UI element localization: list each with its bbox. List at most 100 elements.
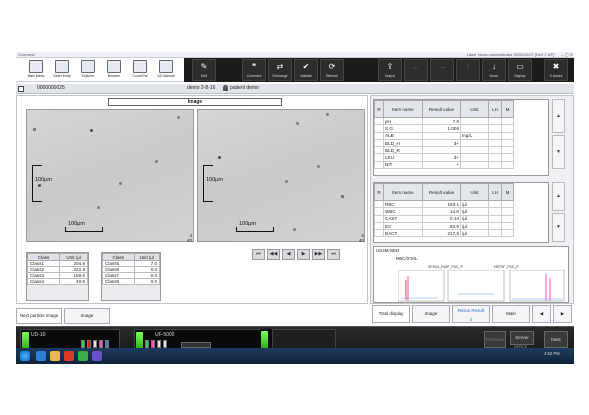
close-button[interactable]: ✖ X closes — [544, 59, 568, 81]
tab-next-particle-image[interactable]: Next particle image — [16, 308, 62, 324]
explorer-button[interactable]: Explorer — [77, 59, 99, 81]
scale-bar-cap — [203, 165, 213, 167]
back-button[interactable]: ← — [404, 59, 428, 81]
folder-icon[interactable] — [50, 351, 60, 361]
particle — [38, 184, 41, 187]
right-tab-bar: Total display Image Rerun Result ℹ Main ◀… — [370, 305, 574, 324]
down-button[interactable]: ↓ Down — [482, 59, 506, 81]
scale-bar-cap — [273, 227, 275, 231]
page-indicator-right: 5 40 — [358, 233, 364, 243]
scale-bar-cap — [203, 201, 213, 203]
next-button[interactable]: Next — [544, 331, 568, 348]
toolbar-left: Main Menu Order Entry Explorer Browser C… — [16, 58, 184, 82]
tab-image[interactable]: Image — [64, 308, 110, 324]
app-icon[interactable] — [78, 351, 88, 361]
particle — [218, 156, 221, 159]
status-square — [151, 340, 155, 348]
fast-forward-button[interactable]: ▶▶ — [312, 249, 325, 260]
scattergram-plots — [398, 270, 565, 302]
particle — [97, 206, 100, 209]
particle — [293, 228, 296, 231]
refresh-button[interactable]: ⟳ Refresh — [320, 59, 344, 81]
status-square — [163, 340, 167, 348]
scroll-down-button[interactable]: ▼ — [552, 135, 565, 169]
status-square — [105, 340, 109, 348]
tab-main[interactable]: Main — [492, 305, 530, 323]
ie-icon[interactable] — [36, 351, 46, 361]
app-icon[interactable] — [92, 351, 102, 361]
user-group-icon — [133, 60, 147, 73]
status-square — [81, 340, 85, 348]
edit-icon: ✎ — [200, 62, 208, 71]
particle — [155, 160, 158, 163]
display-button[interactable]: ▭ Display — [508, 59, 532, 81]
server-button[interactable]: Server — [510, 331, 534, 345]
main-menu-button[interactable]: Main Menu — [25, 59, 47, 81]
first-button[interactable]: ⏮ — [252, 249, 265, 260]
up-button[interactable]: ↑ — [456, 59, 480, 81]
table-row: Class8 0.0 — [102, 278, 161, 285]
forward-step-button[interactable]: ▶ — [297, 249, 310, 260]
output-button[interactable]: ⇪ Output — [378, 59, 402, 81]
start-icon[interactable] — [20, 351, 30, 361]
edit-button[interactable]: ✎ Edit — [192, 59, 216, 81]
scroll-up-button[interactable]: ▲ — [552, 99, 565, 133]
particle — [90, 129, 93, 132]
patient-icon — [223, 85, 228, 91]
scale-label-horizontal: 100µm — [239, 221, 256, 227]
previous-button[interactable]: Previous — [484, 331, 506, 348]
status-square — [99, 340, 103, 348]
scale-bar-cap — [32, 201, 42, 203]
fast-back-button[interactable]: ◀◀ — [267, 249, 280, 260]
plot1-label: SFSC6_FsSF_FSC_P — [428, 265, 463, 269]
comment-button[interactable]: ❝ Comment — [242, 59, 266, 81]
status-square — [93, 340, 97, 348]
order-entry-button[interactable]: Order Entry — [51, 59, 73, 81]
explorer-icon — [81, 60, 95, 73]
scale-bar-cap — [65, 227, 67, 231]
arrow-left-icon: ← — [412, 62, 420, 71]
table-row: pH 7.0 — [374, 116, 514, 126]
table-row: ALB mg/L — [374, 131, 514, 140]
exchange-button[interactable]: ⇄ Exchange — [268, 59, 292, 81]
arrow-down-icon: ↓ — [492, 62, 496, 71]
count-pal-button[interactable]: Count Pal — [129, 59, 151, 81]
manual-icon — [159, 60, 173, 73]
back-step-button[interactable]: ◀ — [282, 249, 295, 260]
sample-icon — [18, 86, 24, 92]
scale-bar-cap — [32, 165, 42, 167]
tab-next-arrow[interactable]: ▶ — [553, 305, 572, 323]
table-row: LEU 3+ — [374, 153, 514, 162]
tab-total-display[interactable]: Total display — [372, 305, 410, 323]
validate-button[interactable]: ✔ Validate — [294, 59, 318, 81]
scale-bar-vertical — [203, 165, 205, 202]
browser-icon — [107, 60, 121, 73]
table-row: BLD_R — [374, 146, 514, 155]
particle — [296, 122, 299, 125]
forward-button[interactable]: → — [430, 59, 454, 81]
sample-date: demo 2-8-16 — [187, 85, 216, 91]
browser-button[interactable]: Browser — [103, 59, 125, 81]
last-button[interactable]: ⏭ — [327, 249, 340, 260]
user-info: Laser Nomu administrator 2020/10/27 [Dev… — [466, 52, 554, 57]
window-controls[interactable]: – ▢ ✕ — [561, 52, 573, 57]
particle — [177, 116, 180, 119]
tab-prev-arrow[interactable]: ◀ — [532, 305, 551, 323]
scroll-down-button[interactable]: ▼ — [552, 213, 565, 242]
tab-rerun-result[interactable]: Rerun Result ℹ — [452, 305, 490, 323]
menu-icon — [29, 60, 43, 73]
microscope-image-right[interactable]: 100µm 100µm — [197, 109, 365, 242]
close-icon: ✖ — [552, 62, 560, 71]
table-row: EC 82.9/µl — [374, 221, 514, 231]
particle — [317, 165, 320, 168]
scale-bar-horizontal — [236, 231, 274, 233]
ud-manual-button[interactable]: UD Manual — [155, 59, 177, 81]
scale-label-vertical: 100µm — [206, 177, 223, 183]
arrow-right-icon: → — [438, 62, 446, 71]
media-icon[interactable] — [64, 351, 74, 361]
scale-label-horizontal: 100µm — [68, 221, 85, 227]
table-row: NIT + — [374, 160, 514, 170]
microscope-image-left[interactable]: 100µm 100µm — [26, 109, 194, 242]
scroll-up-button[interactable]: ▲ — [552, 182, 565, 211]
tab-image[interactable]: Image — [412, 305, 450, 323]
